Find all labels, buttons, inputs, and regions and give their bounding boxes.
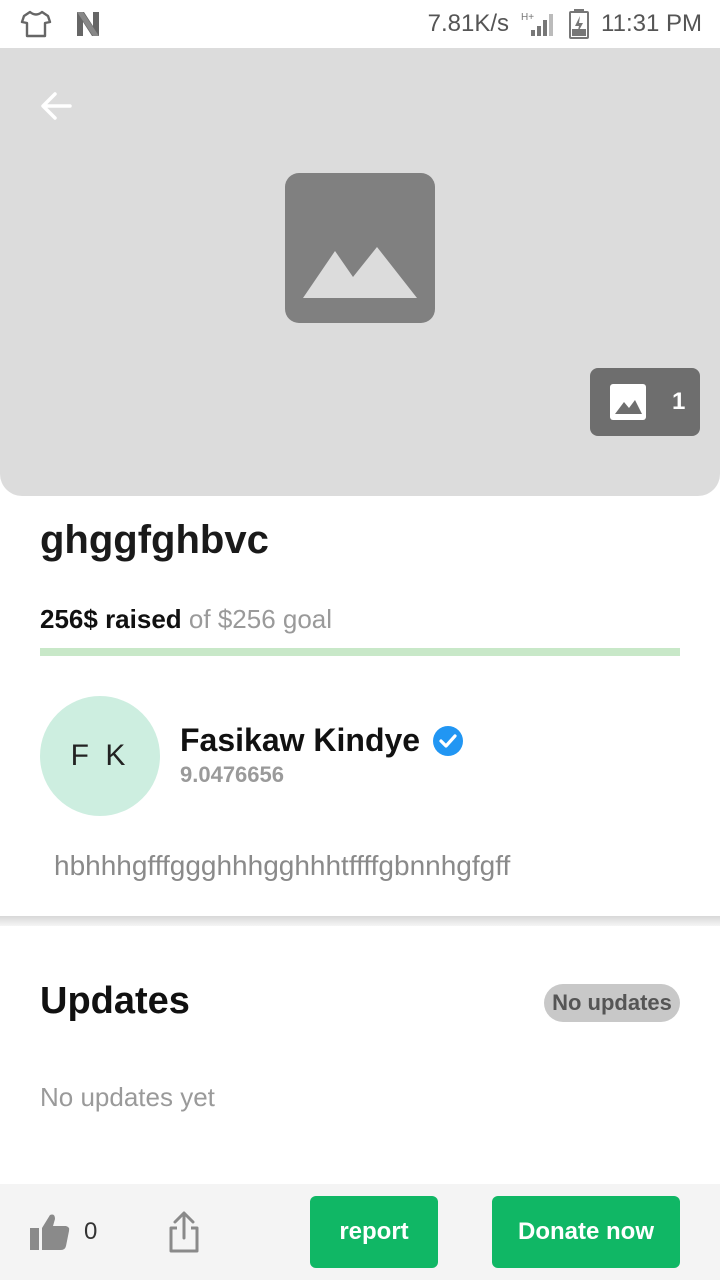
updates-status-badge: No updates — [544, 984, 680, 1022]
image-gallery-button[interactable]: 1 — [590, 368, 700, 436]
campaign-title: ghggfghbvc — [40, 518, 269, 562]
clock: 11:31 PM — [601, 10, 702, 37]
tshirt-icon — [20, 10, 52, 38]
avatar-initials: F K — [70, 739, 130, 772]
net-speed: 7.81K/s — [427, 10, 510, 37]
status-right: 7.81K/s H+ 11:31 PM — [428, 0, 702, 48]
organizer-avatar[interactable]: F K — [40, 696, 160, 816]
like-count: 0 — [84, 1218, 98, 1245]
image-placeholder-icon — [285, 173, 435, 323]
goal-amount: of $256 goal — [188, 604, 333, 634]
status-bar: 7.81K/s H+ 11:31 PM — [0, 0, 720, 48]
campaign-description: hbhhhgfffggghhhgghhhtffffgbnnhgfgff — [54, 850, 511, 881]
status-left-icons — [20, 10, 102, 38]
funding-progress-bar — [40, 648, 680, 656]
updates-heading: Updates — [40, 980, 190, 1022]
raised-summary: 256$ raised of $256 goal — [40, 604, 332, 635]
share-button[interactable] — [164, 1210, 204, 1254]
organizer-name-row[interactable]: Fasikaw Kindye — [180, 722, 464, 759]
thumbs-up-icon — [30, 1214, 70, 1250]
funding-progress-fill — [40, 648, 680, 656]
bottom-action-bar: 0 report Donate now — [0, 1184, 720, 1280]
organizer-name: Fasikaw Kindye — [180, 722, 421, 758]
n-logo-icon — [77, 12, 99, 36]
signal-icon: H+ — [521, 12, 554, 36]
campaign-image-header: 1 — [0, 48, 720, 496]
organizer-subtitle: 9.0476656 — [180, 762, 284, 787]
svg-text:H+: H+ — [521, 12, 534, 23]
back-button[interactable] — [32, 82, 80, 130]
no-updates-text: No updates yet — [40, 1082, 215, 1112]
report-button[interactable]: report — [310, 1196, 438, 1268]
like-button[interactable] — [28, 1212, 72, 1256]
raised-amount: 256$ raised — [40, 604, 182, 634]
section-divider — [0, 916, 720, 926]
verified-badge-icon — [433, 725, 464, 756]
battery-charging-icon — [569, 9, 590, 39]
image-icon — [610, 384, 646, 420]
share-icon — [169, 1211, 199, 1253]
arrow-left-icon — [41, 92, 72, 120]
donate-now-button[interactable]: Donate now — [492, 1196, 680, 1268]
image-count: 1 — [672, 388, 686, 415]
